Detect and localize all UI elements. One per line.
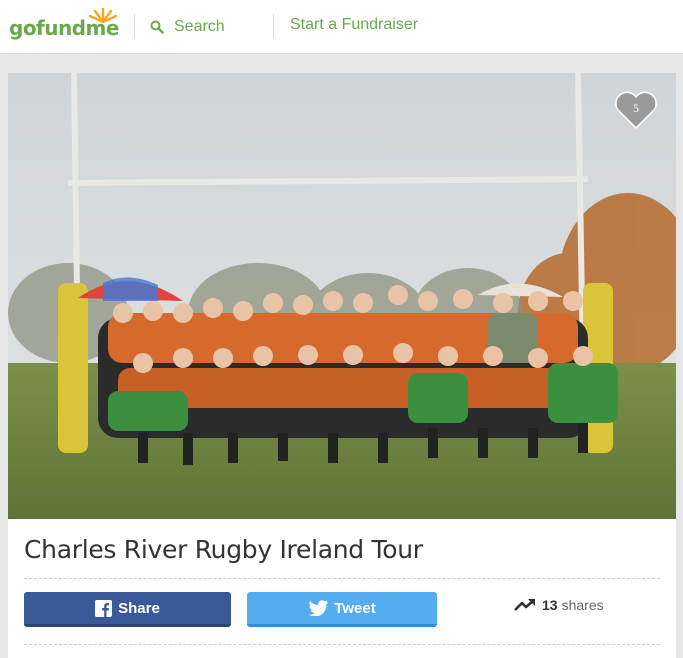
logo-sunburst-icon — [88, 7, 118, 23]
facebook-icon — [95, 599, 113, 617]
search-button[interactable]: Search — [150, 14, 225, 40]
favorite-heart-button[interactable]: 5 — [614, 90, 658, 130]
facebook-share-button[interactable]: Share — [24, 592, 231, 627]
shares-label: shares — [561, 597, 604, 613]
nav-divider — [134, 14, 135, 38]
top-nav-bar: gofundme Search Start a Fundraiser — [0, 0, 683, 54]
team-photo-illustration — [8, 73, 676, 519]
heart-count: 5 — [633, 101, 639, 115]
gofundme-logo[interactable]: gofundme — [9, 7, 119, 41]
start-fundraiser-link[interactable]: Start a Fundraiser — [290, 16, 418, 34]
nav-divider — [273, 14, 274, 38]
search-icon — [150, 20, 164, 34]
tweet-label: Tweet — [334, 599, 376, 617]
search-label: Search — [174, 18, 225, 35]
campaign-title: Charles River Rugby Ireland Tour — [24, 535, 423, 564]
shares-counter: 13 shares — [514, 597, 604, 613]
campaign-photo: 5 — [8, 73, 676, 519]
trending-up-icon — [514, 599, 535, 611]
dashed-divider — [24, 644, 660, 645]
twitter-bird-icon — [309, 600, 329, 616]
campaign-card: 5 Charles River Rugby Ireland Tour Share… — [8, 73, 676, 658]
share-label: Share — [118, 599, 160, 617]
dashed-divider — [24, 578, 660, 579]
twitter-tweet-button[interactable]: Tweet — [247, 592, 437, 627]
shares-count: 13 — [542, 597, 558, 613]
